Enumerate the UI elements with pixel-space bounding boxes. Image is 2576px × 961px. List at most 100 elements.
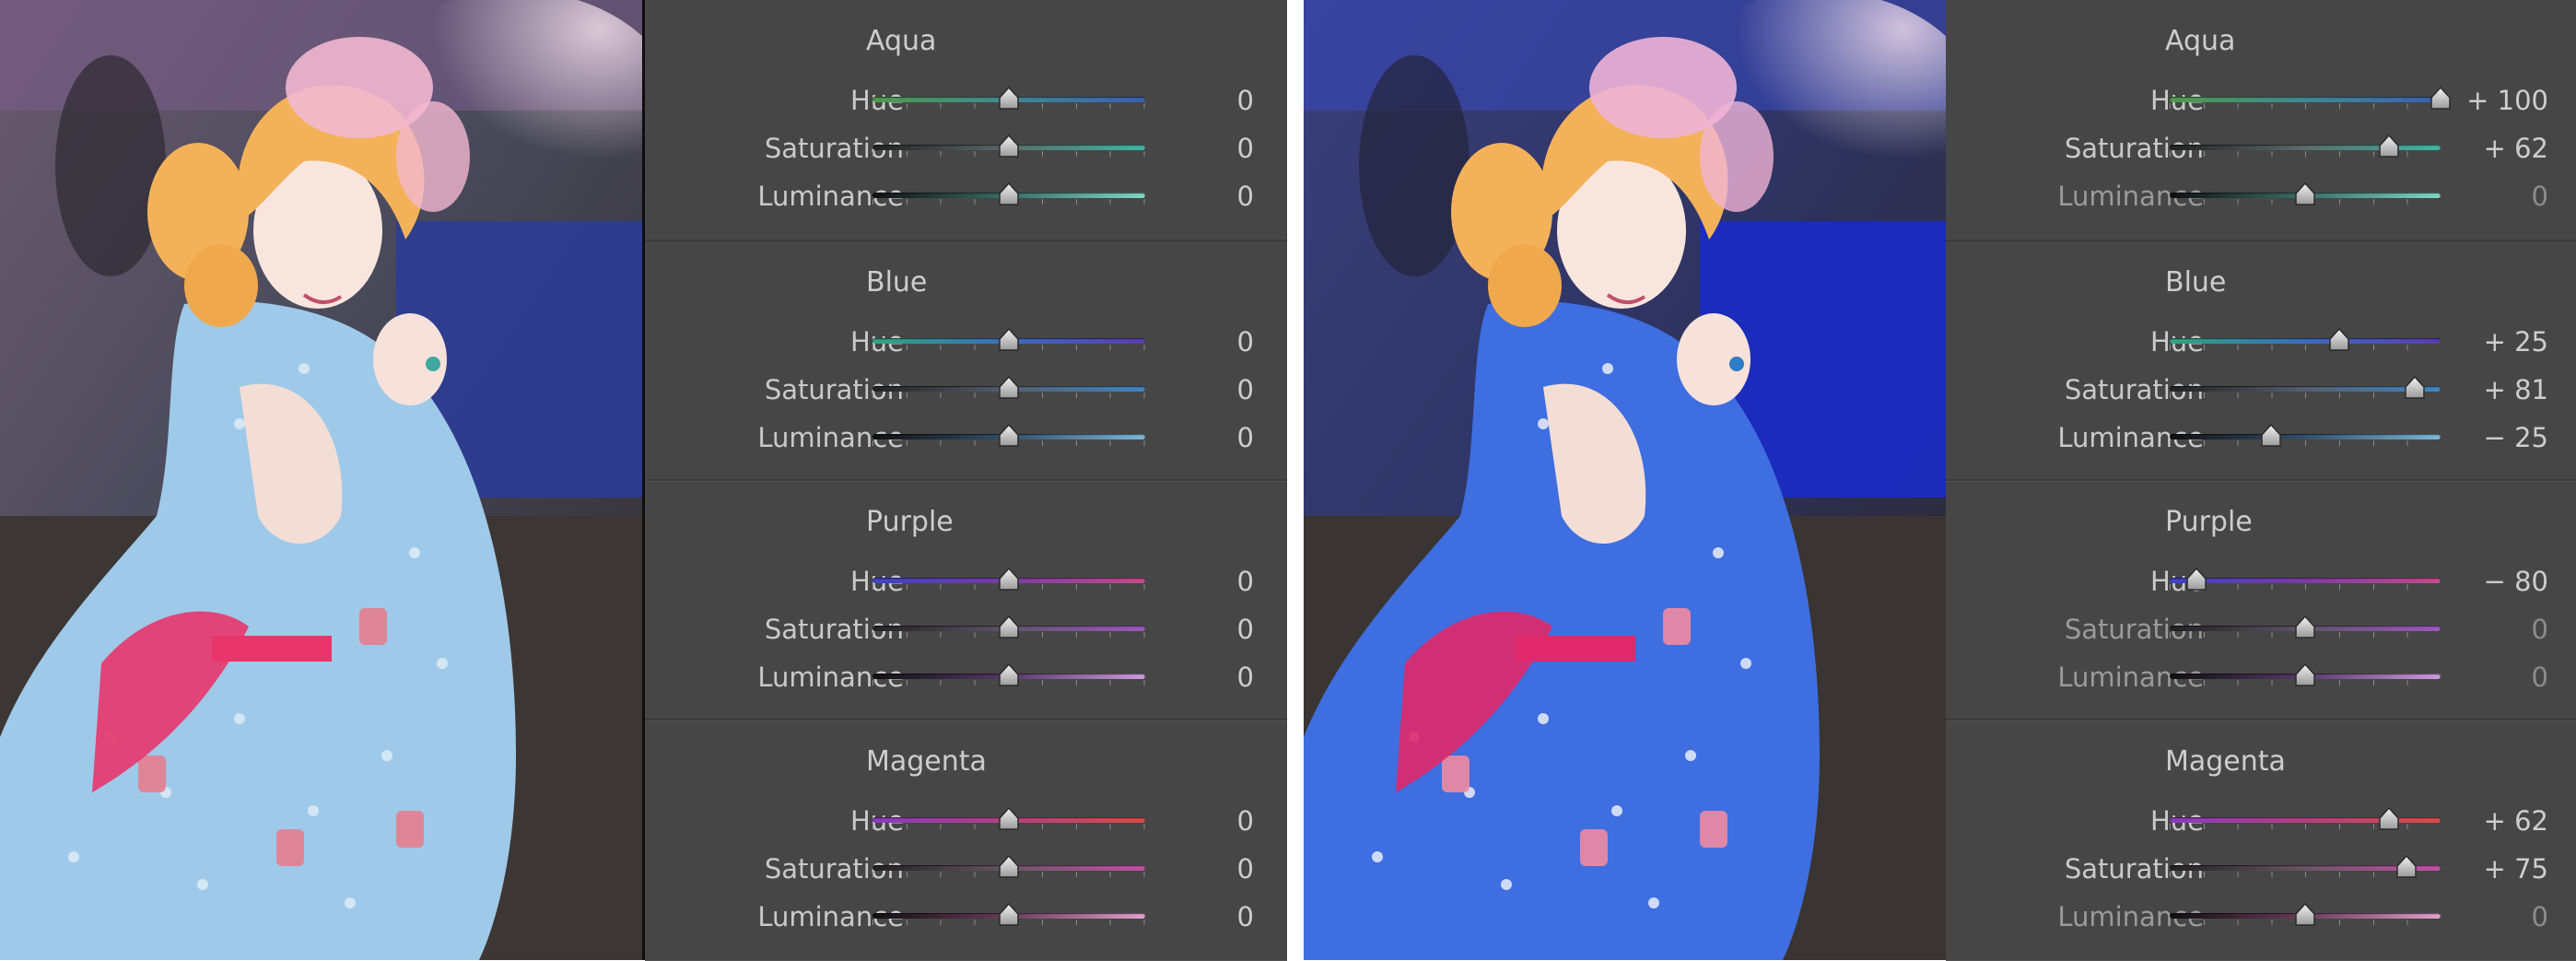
slider-track[interactable]	[2170, 902, 2441, 929]
slider-track[interactable]	[872, 902, 1145, 929]
slider-row-hue: Hue− 80	[1946, 560, 2576, 608]
slider-value[interactable]: + 62	[2484, 805, 2548, 837]
slider-track[interactable]	[872, 182, 1145, 208]
slider-track[interactable]	[872, 615, 1145, 641]
slider-track[interactable]	[872, 86, 1145, 112]
slider-thumb-icon[interactable]	[2404, 375, 2426, 400]
slider-track[interactable]	[2170, 854, 2441, 881]
photo-before	[0, 0, 645, 960]
slider-track[interactable]	[2170, 662, 2441, 689]
slider-track[interactable]	[872, 567, 1145, 593]
slider-row-luminance: Luminance 0	[1946, 656, 2576, 704]
slider-thumb-icon[interactable]	[998, 182, 1020, 206]
slider-track[interactable]	[2170, 375, 2441, 402]
slider-track[interactable]	[2170, 182, 2441, 208]
photo-after	[1304, 0, 1946, 960]
slider-track[interactable]	[872, 662, 1145, 689]
slider-value[interactable]: 0	[1237, 901, 1254, 932]
slider-value[interactable]: + 62	[2484, 133, 2548, 164]
slider-row-hue: Hue0	[645, 321, 1287, 369]
hsl-group-blue: Blue Hue0Saturation0Luminance0	[645, 240, 1287, 482]
hsl-panel-before: AquaHue0Saturation0Luminance0BlueHue0Sat…	[645, 0, 1287, 961]
slider-thumb-icon[interactable]	[998, 327, 1020, 352]
slider-thumb-icon[interactable]	[998, 662, 1020, 687]
slider-row-hue: Hue+ 25	[1946, 321, 2576, 369]
hsl-group-purple: Purple Hue0Saturation0Luminance0	[645, 479, 1287, 721]
slider-value[interactable]: 0	[1237, 326, 1254, 357]
slider-value[interactable]: + 75	[2484, 853, 2548, 885]
slider-ticks	[2170, 103, 2441, 109]
slider-value[interactable]: 0	[1237, 181, 1254, 212]
slider-value[interactable]: + 25	[2484, 326, 2548, 357]
slider-value[interactable]: 0	[1237, 133, 1254, 164]
slider-thumb-icon[interactable]	[998, 375, 1020, 400]
slider-thumb-icon[interactable]	[2294, 615, 2316, 639]
slider-thumb-icon[interactable]	[998, 806, 1020, 831]
slider-value[interactable]: 0	[1237, 662, 1254, 693]
slider-thumb-icon[interactable]	[2294, 902, 2316, 927]
slider-track[interactable]	[2170, 327, 2441, 354]
slider-track[interactable]	[2170, 806, 2441, 833]
slider-thumb-icon[interactable]	[998, 134, 1020, 158]
group-title: Aqua	[866, 25, 937, 57]
slider-thumb-icon[interactable]	[2378, 134, 2400, 158]
slider-thumb-icon[interactable]	[998, 423, 1020, 448]
slider-gradient-bar	[2170, 434, 2441, 439]
slider-thumb-icon[interactable]	[2260, 423, 2282, 448]
slider-value[interactable]: 0	[2532, 614, 2548, 645]
slider-row-luminance: Luminance 0	[645, 416, 1287, 464]
slider-value[interactable]: 0	[1237, 85, 1254, 116]
slider-thumb-icon[interactable]	[998, 86, 1020, 111]
group-title: Purple	[2165, 506, 2253, 538]
slider-thumb-icon[interactable]	[998, 615, 1020, 639]
slider-thumb-icon[interactable]	[998, 567, 1020, 592]
slider-row-luminance: Luminance 0	[645, 656, 1287, 704]
slider-track[interactable]	[2170, 567, 2441, 593]
slider-track[interactable]	[872, 806, 1145, 833]
slider-value[interactable]: 0	[1237, 853, 1254, 885]
slider-gradient-bar	[2170, 338, 2441, 344]
slider-track[interactable]	[872, 375, 1145, 402]
slider-thumb-icon[interactable]	[2294, 662, 2316, 687]
slider-track[interactable]	[2170, 615, 2441, 641]
slider-thumb-icon[interactable]	[2430, 86, 2452, 111]
slider-value[interactable]: + 81	[2484, 374, 2548, 405]
slider-thumb-icon[interactable]	[2294, 182, 2316, 206]
slider-thumb-icon[interactable]	[998, 902, 1020, 927]
slider-row-saturation: Saturation + 81	[1946, 369, 2576, 416]
slider-gradient-bar	[2170, 578, 2441, 583]
slider-gradient-bar	[2170, 97, 2441, 102]
slider-track[interactable]	[872, 423, 1145, 450]
slider-thumb-icon[interactable]	[2378, 806, 2400, 831]
slider-track[interactable]	[2170, 423, 2441, 450]
slider-row-saturation: Saturation 0	[645, 369, 1287, 416]
slider-value[interactable]: 0	[2532, 181, 2548, 212]
slider-track[interactable]	[872, 327, 1145, 354]
cosplayer-photo-adjusted-icon	[1304, 0, 1946, 960]
slider-value[interactable]: − 25	[2484, 422, 2548, 453]
slider-value[interactable]: 0	[1237, 422, 1254, 453]
slider-value[interactable]: − 80	[2484, 566, 2548, 597]
slider-value[interactable]: + 100	[2466, 85, 2548, 116]
slider-value[interactable]: 0	[2532, 662, 2548, 693]
slider-thumb-icon[interactable]	[2328, 327, 2350, 352]
slider-row-saturation: Saturation + 75	[1946, 848, 2576, 896]
slider-value[interactable]: 0	[1237, 805, 1254, 837]
hsl-panel-after: AquaHue+ 100Saturation+ 62Luminance0Blue…	[1946, 0, 2576, 961]
slider-thumb-icon[interactable]	[2185, 567, 2207, 592]
slider-row-saturation: Saturation + 62	[1946, 127, 2576, 175]
slider-row-hue: Hue+ 62	[1946, 800, 2576, 848]
slider-value[interactable]: 0	[1237, 614, 1254, 645]
slider-track[interactable]	[872, 134, 1145, 160]
slider-value[interactable]: 0	[2532, 901, 2548, 932]
slider-thumb-icon[interactable]	[2395, 854, 2418, 879]
slider-value[interactable]: 0	[1237, 566, 1254, 597]
slider-thumb-icon[interactable]	[998, 854, 1020, 879]
slider-row-hue: Hue0	[645, 79, 1287, 127]
slider-value[interactable]: 0	[1237, 374, 1254, 405]
group-title: Blue	[2165, 266, 2227, 299]
slider-track[interactable]	[872, 854, 1145, 881]
slider-track[interactable]	[2170, 86, 2451, 112]
group-title: Blue	[866, 266, 928, 299]
slider-track[interactable]	[2170, 134, 2441, 160]
